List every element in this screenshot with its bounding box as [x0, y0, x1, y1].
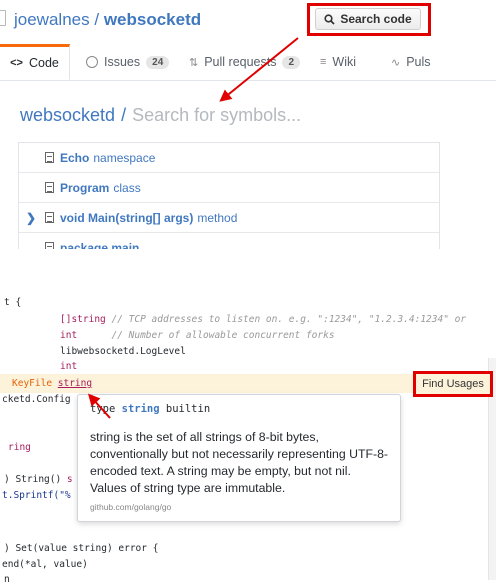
- annotation-arrow: [87, 393, 111, 419]
- annotation-arrows: [87, 37, 299, 419]
- annotation-arrow: [219, 37, 299, 102]
